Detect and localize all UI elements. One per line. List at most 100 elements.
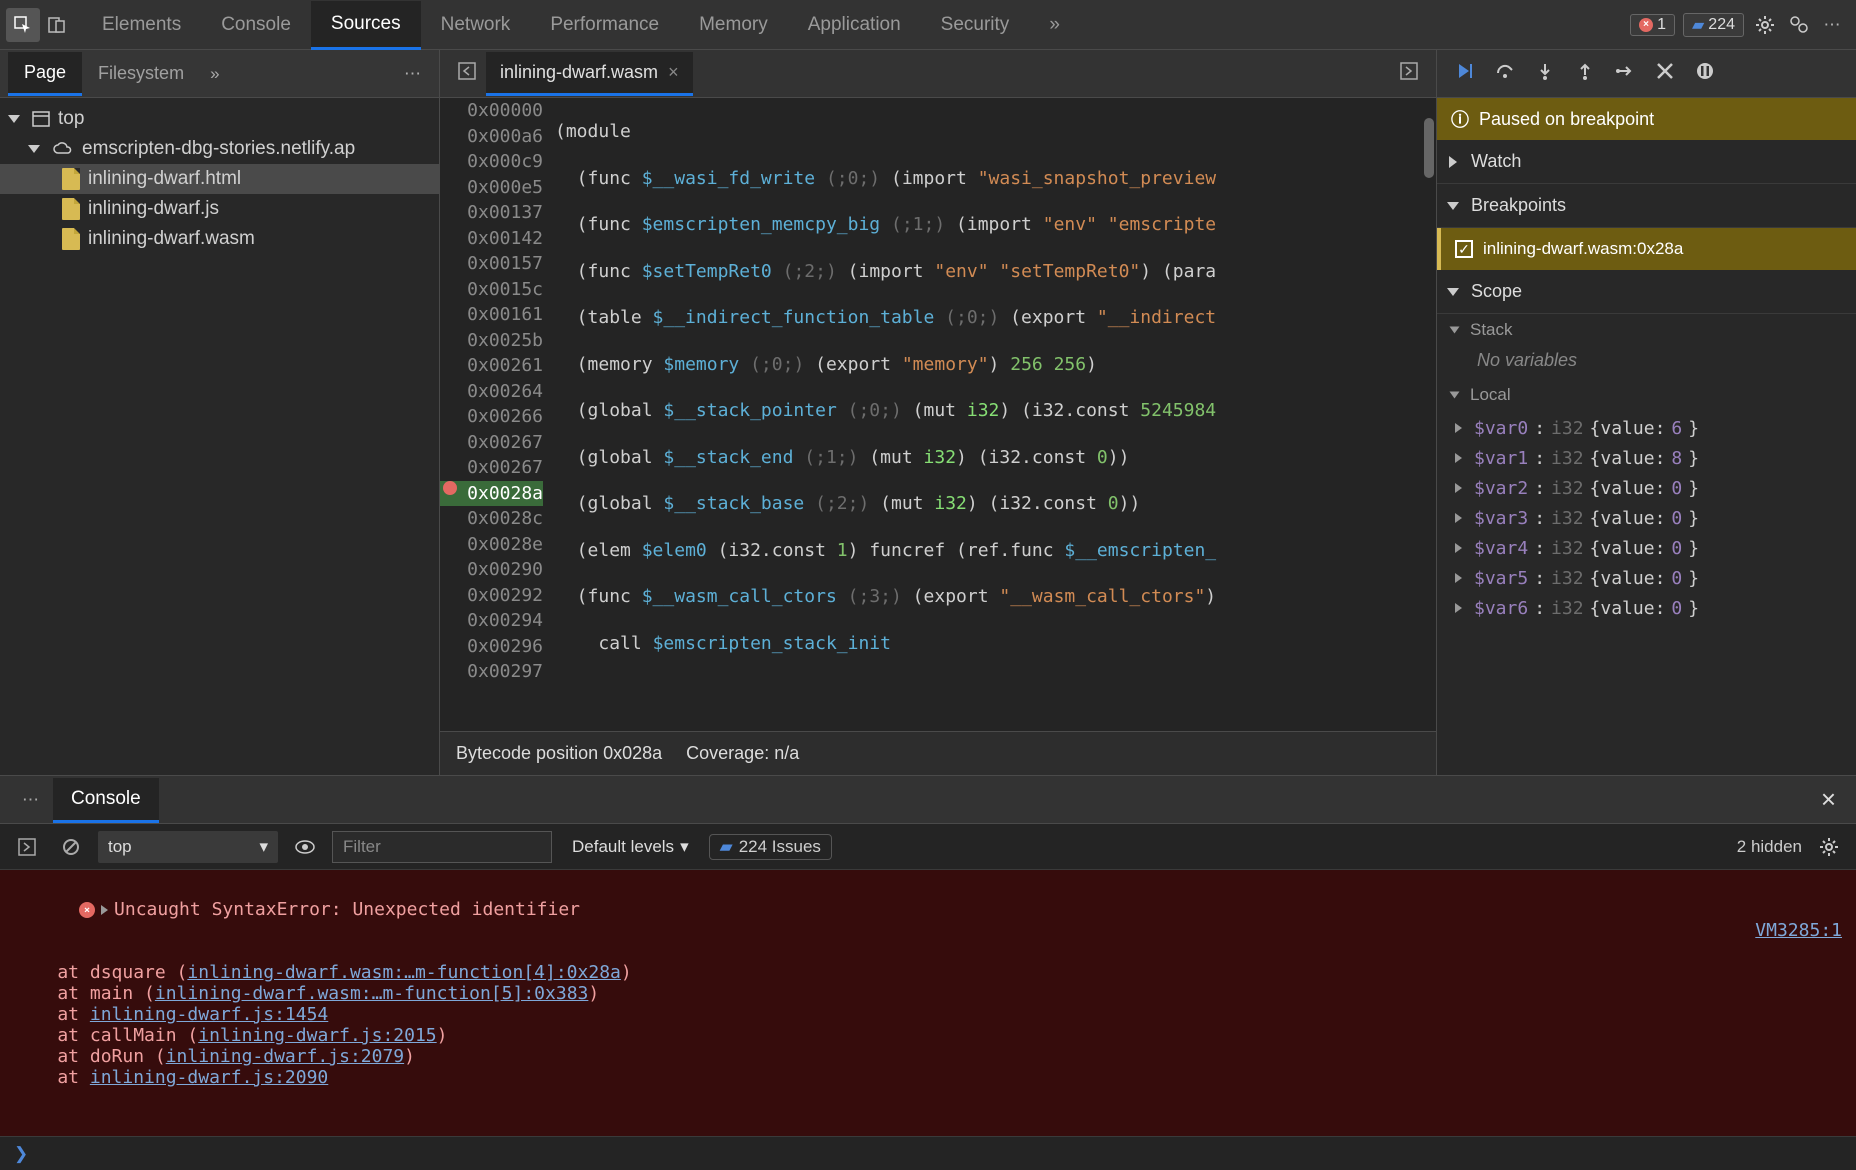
gutter[interactable]: 0x00000 0x000a6 0x000c9 0x000e5 0x00137 … bbox=[440, 98, 555, 678]
source-link[interactable]: VM3285:1 bbox=[1755, 920, 1842, 941]
close-icon[interactable]: × bbox=[1811, 780, 1846, 819]
gutter-line[interactable]: 0x00267 bbox=[440, 455, 543, 481]
scope-variable-row[interactable]: $var3: i32 {value: 0} bbox=[1455, 503, 1856, 533]
hidden-count[interactable]: 2 hidden bbox=[1737, 837, 1802, 857]
code-editor[interactable]: 0x00000 0x000a6 0x000c9 0x000e5 0x00137 … bbox=[440, 98, 1436, 678]
nav-more-icon[interactable]: ⋯ bbox=[394, 58, 431, 90]
gutter-line[interactable]: 0x0028e bbox=[440, 532, 543, 558]
close-icon[interactable]: × bbox=[668, 62, 679, 83]
tab-elements[interactable]: Elements bbox=[82, 2, 201, 48]
clear-console-icon[interactable] bbox=[54, 830, 88, 864]
device-toggle-icon[interactable] bbox=[40, 8, 74, 42]
scope-variable-row[interactable]: $var2: i32 {value: 0} bbox=[1455, 473, 1856, 503]
issues-badge[interactable]: ▰ 224 bbox=[1683, 13, 1744, 37]
gutter-line[interactable]: 0x00267 bbox=[440, 430, 543, 456]
breakpoints-pane-header[interactable]: Breakpoints bbox=[1437, 184, 1856, 228]
breakpoint-icon[interactable] bbox=[443, 481, 457, 495]
chevron-down-icon bbox=[1447, 288, 1459, 296]
tab-security[interactable]: Security bbox=[921, 2, 1030, 48]
gutter-line[interactable]: 0x0025b bbox=[440, 328, 543, 354]
source-link[interactable]: inlining-dwarf.js:2015 bbox=[198, 1025, 436, 1046]
scope-local-header[interactable]: Local bbox=[1437, 379, 1856, 411]
drawer-more-icon[interactable]: ⋯ bbox=[10, 784, 53, 816]
live-expression-icon[interactable] bbox=[288, 830, 322, 864]
toggle-navigator-icon[interactable] bbox=[448, 56, 486, 91]
tree-top[interactable]: top bbox=[0, 104, 439, 134]
scope-stack-header[interactable]: Stack bbox=[1437, 314, 1856, 346]
scope-variable-row[interactable]: $var4: i32 {value: 0} bbox=[1455, 533, 1856, 563]
tree-origin[interactable]: emscripten-dbg-stories.netlify.ap bbox=[0, 134, 439, 164]
source-link[interactable]: inlining-dwarf.wasm:…m-function[5]:0x383 bbox=[155, 983, 588, 1004]
issues-button[interactable]: ▰ 224 Issues bbox=[709, 834, 832, 860]
tree-file-js[interactable]: inlining-dwarf.js bbox=[0, 194, 439, 224]
tab-sources[interactable]: Sources bbox=[311, 1, 421, 50]
scope-variable-row[interactable]: $var1: i32 {value: 8} bbox=[1455, 443, 1856, 473]
step-out-icon[interactable] bbox=[1575, 61, 1595, 86]
source-link[interactable]: inlining-dwarf.js:2079 bbox=[166, 1046, 404, 1067]
step-over-icon[interactable] bbox=[1495, 61, 1515, 86]
gutter-line[interactable]: 0x00137 bbox=[440, 200, 543, 226]
levels-select[interactable]: Default levels ▾ bbox=[562, 837, 699, 857]
source-link[interactable]: inlining-dwarf.js:1454 bbox=[90, 1004, 328, 1025]
gutter-line[interactable]: 0x00261 bbox=[440, 353, 543, 379]
more-icon[interactable]: ⋯ bbox=[1816, 8, 1850, 42]
tab-memory[interactable]: Memory bbox=[679, 2, 788, 48]
gutter-line[interactable]: 0x00000 bbox=[440, 98, 543, 124]
watch-pane-header[interactable]: Watch bbox=[1437, 140, 1856, 184]
gutter-line[interactable]: 0x00294 bbox=[440, 608, 543, 634]
show-sidebar-icon[interactable] bbox=[10, 830, 44, 864]
devices-icon[interactable] bbox=[1782, 8, 1816, 42]
errors-badge[interactable]: × 1 bbox=[1630, 14, 1675, 36]
scope-variable-row[interactable]: $var0: i32 {value: 6} bbox=[1455, 413, 1856, 443]
tab-console[interactable]: Console bbox=[201, 2, 311, 48]
drawer-tab-console[interactable]: Console bbox=[53, 778, 159, 823]
gutter-line[interactable]: 0x00292 bbox=[440, 583, 543, 609]
gutter-line[interactable]: 0x00157 bbox=[440, 251, 543, 277]
toggle-debugger-icon[interactable] bbox=[1390, 56, 1428, 91]
scrollbar-thumb[interactable] bbox=[1424, 118, 1434, 178]
gutter-line[interactable]: 0x00266 bbox=[440, 404, 543, 430]
nav-tab-filesystem[interactable]: Filesystem bbox=[82, 53, 200, 94]
scope-variable-row[interactable]: $var5: i32 {value: 0} bbox=[1455, 563, 1856, 593]
scope-pane-header[interactable]: Scope bbox=[1437, 270, 1856, 314]
source-link[interactable]: inlining-dwarf.wasm:…m-function[4]:0x28a bbox=[187, 962, 620, 983]
nav-tabs-overflow-icon[interactable]: » bbox=[200, 58, 229, 90]
resume-icon[interactable] bbox=[1455, 61, 1475, 86]
gutter-line[interactable]: 0x0015c bbox=[440, 277, 543, 303]
tab-performance[interactable]: Performance bbox=[530, 2, 679, 48]
deactivate-breakpoints-icon[interactable] bbox=[1655, 61, 1675, 86]
pause-exceptions-icon[interactable] bbox=[1695, 61, 1715, 86]
tab-application[interactable]: Application bbox=[788, 2, 921, 48]
gutter-line[interactable]: 0x0028c bbox=[440, 506, 543, 532]
gutter-line[interactable]: 0x00290 bbox=[440, 557, 543, 583]
gutter-line[interactable]: 0x000a6 bbox=[440, 124, 543, 150]
breakpoint-item[interactable]: ✓ inlining-dwarf.wasm:0x28a bbox=[1437, 228, 1856, 270]
context-select[interactable]: top ▾ bbox=[98, 831, 278, 863]
settings-icon[interactable] bbox=[1748, 8, 1782, 42]
gutter-line[interactable]: 0x00296 bbox=[440, 634, 543, 660]
console-output[interactable]: ×Uncaught SyntaxError: Unexpected identi… bbox=[0, 870, 1856, 1136]
console-settings-icon[interactable] bbox=[1812, 830, 1846, 864]
gutter-line[interactable]: 0x000e5 bbox=[440, 175, 543, 201]
tabs-overflow-icon[interactable]: » bbox=[1029, 2, 1080, 48]
scope-variable-row[interactable]: $var6: i32 {value: 0} bbox=[1455, 593, 1856, 623]
source-link[interactable]: inlining-dwarf.js:2090 bbox=[90, 1067, 328, 1088]
chevron-right-icon[interactable] bbox=[101, 905, 108, 915]
nav-tab-page[interactable]: Page bbox=[8, 52, 82, 96]
gutter-line[interactable]: 0x0028a bbox=[440, 481, 543, 507]
gutter-line[interactable]: 0x00142 bbox=[440, 226, 543, 252]
gutter-line[interactable]: 0x00297 bbox=[440, 659, 543, 678]
tree-file-html[interactable]: inlining-dwarf.html bbox=[0, 164, 439, 194]
tree-file-wasm[interactable]: inlining-dwarf.wasm bbox=[0, 224, 439, 254]
gutter-line[interactable]: 0x00161 bbox=[440, 302, 543, 328]
console-prompt[interactable]: ❯ bbox=[0, 1136, 1856, 1170]
step-icon[interactable] bbox=[1615, 61, 1635, 86]
checkbox-icon[interactable]: ✓ bbox=[1455, 240, 1473, 258]
editor-tab-wasm[interactable]: inlining-dwarf.wasm × bbox=[486, 52, 693, 96]
step-into-icon[interactable] bbox=[1535, 61, 1555, 86]
gutter-line[interactable]: 0x000c9 bbox=[440, 149, 543, 175]
inspect-element-icon[interactable] bbox=[6, 8, 40, 42]
tab-network[interactable]: Network bbox=[421, 2, 531, 48]
gutter-line[interactable]: 0x00264 bbox=[440, 379, 543, 405]
filter-input[interactable]: Filter bbox=[332, 831, 552, 863]
